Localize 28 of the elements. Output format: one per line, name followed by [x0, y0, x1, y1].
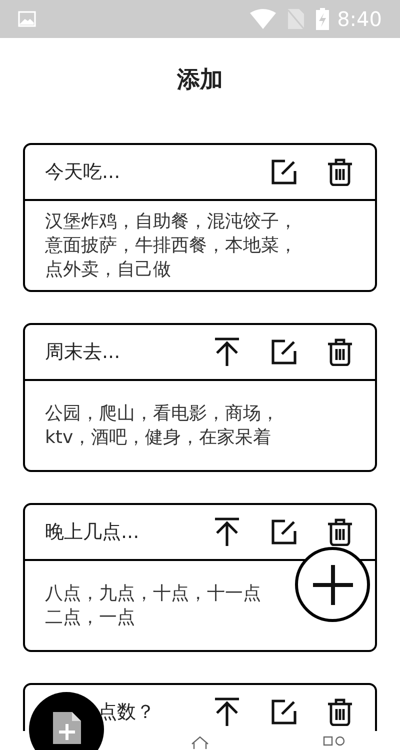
- card-text: 意面披萨，牛排西餐，本地菜，: [45, 234, 297, 258]
- card-text: 八点，九点，十点，十一点: [45, 582, 261, 606]
- edit-icon[interactable]: [270, 518, 298, 546]
- card-title: 周末去...: [45, 340, 122, 365]
- card-text: 二点，一点: [45, 606, 135, 630]
- page-title: 添加: [177, 66, 223, 95]
- card-text: ktv，酒吧，健身，在家呆着: [45, 426, 272, 450]
- recents-icon[interactable]: [323, 736, 345, 748]
- image-icon: [18, 11, 36, 27]
- trash-icon[interactable]: [327, 698, 353, 726]
- arrow-up-to-line-icon[interactable]: [213, 697, 241, 727]
- trash-icon[interactable]: [327, 338, 353, 366]
- trash-icon[interactable]: [327, 158, 353, 186]
- battery-charging-icon: [316, 8, 330, 30]
- arrow-up-to-line-icon[interactable]: [213, 337, 241, 367]
- trash-icon[interactable]: [327, 518, 353, 546]
- card-text: 点外卖，自己做: [45, 258, 171, 282]
- wifi-icon: [250, 9, 276, 29]
- edit-icon[interactable]: [270, 158, 298, 186]
- plus-icon: [310, 562, 354, 606]
- home-icon[interactable]: [190, 735, 210, 749]
- card-title: 今天吃...: [45, 160, 122, 185]
- edit-icon[interactable]: [270, 338, 298, 366]
- card-text: 汉堡炸鸡，自助餐，混沌饺子，: [45, 210, 297, 234]
- arrow-up-to-line-icon[interactable]: [213, 517, 241, 547]
- edit-icon[interactable]: [270, 698, 298, 726]
- card-text: 公园，爬山，看电影，商场，: [45, 402, 279, 426]
- card-title: 晚上几点...: [45, 520, 140, 545]
